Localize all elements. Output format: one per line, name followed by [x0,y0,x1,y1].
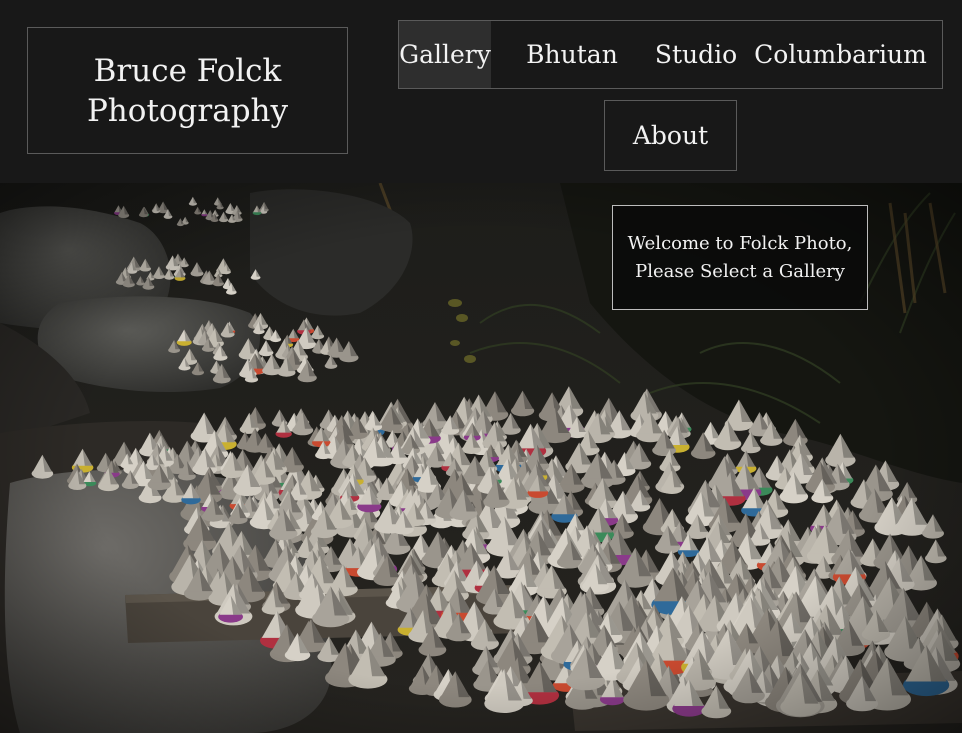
site-logo-link[interactable]: Bruce Folck Photography [27,27,348,154]
site-title-line1: Bruce Folck [93,52,282,89]
nav-item-bhutan[interactable]: Bhutan [491,21,653,88]
page: Bruce Folck Photography Gallery Bhutan S… [0,0,962,733]
site-title: Bruce Folck Photography [87,51,288,131]
site-header: Bruce Folck Photography Gallery Bhutan S… [0,0,962,183]
nav-item-gallery[interactable]: Gallery [399,21,491,88]
welcome-message-box: Welcome to Folck Photo, Please Select a … [612,205,868,310]
main-nav: Gallery Bhutan Studio Columbarium [398,20,943,89]
site-title-line2: Photography [86,92,289,129]
welcome-message-line1: Welcome to Folck Photo, [627,232,853,254]
nav-item-studio[interactable]: Studio [653,21,739,88]
nav-item-about[interactable]: About [604,100,737,171]
welcome-message-line2: Please Select a Gallery [635,260,845,282]
nav-item-columbarium[interactable]: Columbarium [739,21,942,88]
